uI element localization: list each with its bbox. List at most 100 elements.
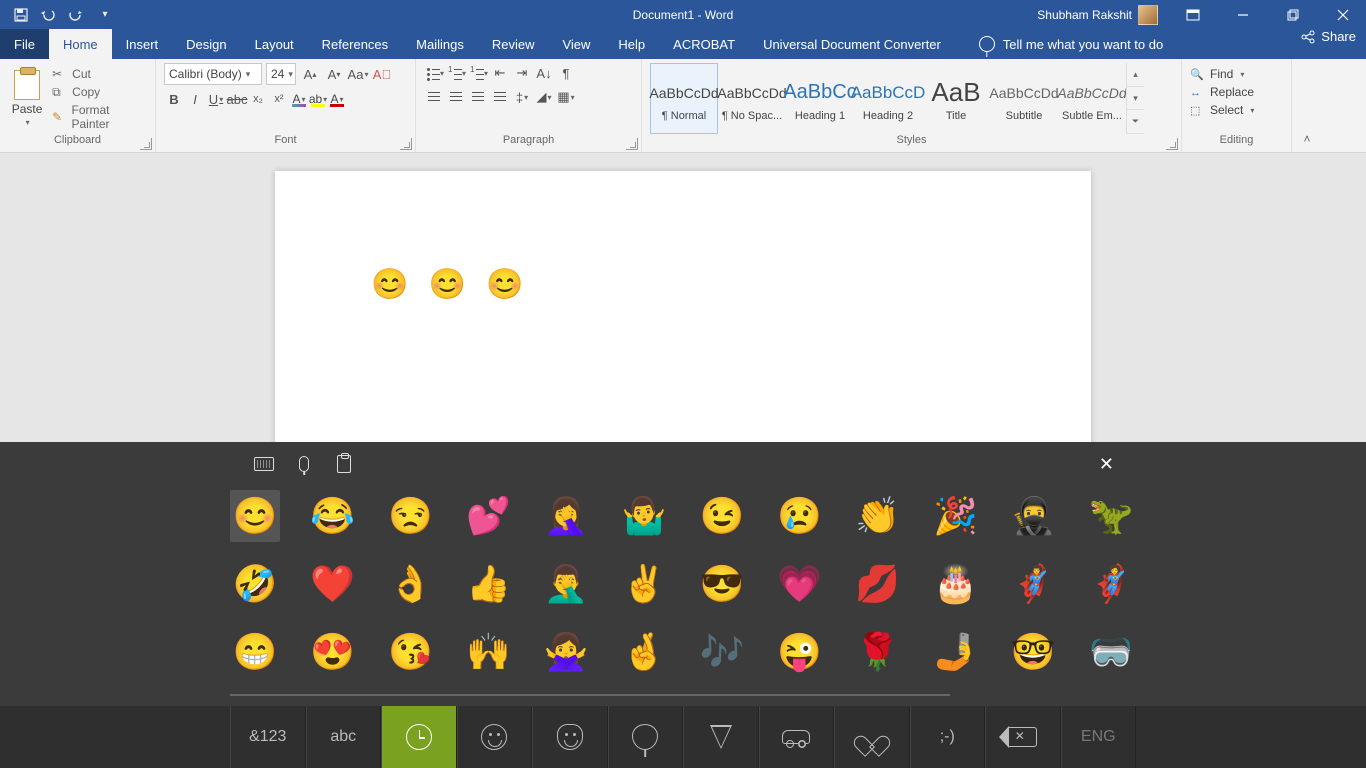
emoji-cell[interactable]: 🤞	[619, 626, 669, 678]
style-title[interactable]: AaBTitle	[922, 63, 990, 134]
maximize-button[interactable]	[1270, 0, 1316, 29]
numbering-button[interactable]: ▾	[446, 63, 466, 83]
category-transport[interactable]	[759, 706, 835, 768]
emoji-cell[interactable]: 🙅‍♀️	[541, 626, 591, 678]
emoji-cell[interactable]: 👍	[463, 558, 513, 610]
emoji-scrollbar[interactable]	[230, 694, 950, 696]
style-normal[interactable]: AaBbCcDd¶ Normal	[650, 63, 718, 134]
category-people[interactable]	[532, 706, 608, 768]
format-painter-button[interactable]: Format Painter	[52, 103, 147, 131]
emoji-cell[interactable]: 🤓	[1008, 626, 1058, 678]
tab-insert[interactable]: Insert	[112, 29, 173, 59]
collapse-ribbon-button[interactable]: ˄	[1292, 59, 1322, 152]
align-right-button[interactable]	[468, 87, 488, 107]
voice-button[interactable]	[284, 448, 324, 480]
font-dialog-launcher[interactable]	[400, 138, 412, 150]
bullets-button[interactable]: ▾	[424, 63, 444, 83]
sort-button[interactable]: A↓	[534, 63, 554, 83]
clear-formatting-button[interactable]: A⃠	[372, 64, 392, 84]
multilevel-button[interactable]: ▾	[468, 63, 488, 83]
copy-button[interactable]: Copy	[52, 85, 147, 99]
category-celebration[interactable]	[608, 706, 684, 768]
emoji-cell[interactable]: 😢	[775, 490, 825, 542]
minimize-button[interactable]	[1220, 0, 1266, 29]
emoji-cell[interactable]: 👌	[386, 558, 436, 610]
styles-dialog-launcher[interactable]	[1166, 138, 1178, 150]
font-size-combo[interactable]: 24▾	[266, 63, 296, 85]
emoji-cell[interactable]: 🦸‍♂️	[1008, 558, 1058, 610]
emoji-cell[interactable]: 😍	[308, 626, 358, 678]
grow-font-button[interactable]: A▴	[300, 64, 320, 84]
tab-design[interactable]: Design	[172, 29, 240, 59]
tab-acrobat[interactable]: ACROBAT	[659, 29, 749, 59]
increase-indent-button[interactable]: ⇥	[512, 63, 532, 83]
close-button[interactable]	[1320, 0, 1366, 29]
save-button[interactable]	[8, 3, 34, 27]
emoji-cell[interactable]: 🤳	[930, 626, 980, 678]
emoji-cell[interactable]: 😜	[775, 626, 825, 678]
emoji-cell[interactable]: 🥽	[1086, 626, 1136, 678]
emoji-cell[interactable]: 😘	[386, 626, 436, 678]
justify-button[interactable]	[490, 87, 510, 107]
bold-button[interactable]: B	[164, 89, 184, 109]
font-name-combo[interactable]: Calibri (Body)▾	[164, 63, 262, 85]
replace-button[interactable]: Replace	[1190, 85, 1283, 99]
tab-layout[interactable]: Layout	[241, 29, 308, 59]
category-abc[interactable]: abc	[306, 706, 382, 768]
emoji-cell[interactable]: 🤷‍♂️	[619, 490, 669, 542]
emoji-cell[interactable]: 🥷	[1008, 490, 1058, 542]
tab-review[interactable]: Review	[478, 29, 549, 59]
category-recent[interactable]	[381, 706, 457, 768]
clipboard-dialog-launcher[interactable]	[140, 138, 152, 150]
emoji-cell[interactable]: 🤦‍♀️	[541, 490, 591, 542]
emoji-cell[interactable]: ❤️	[308, 558, 358, 610]
styles-gallery-more[interactable]: ▴▾⏷	[1126, 63, 1144, 134]
emoji-cell[interactable]: 👏	[853, 490, 903, 542]
shading-button[interactable]: ◢▾	[534, 87, 554, 107]
tell-me-search[interactable]: Tell me what you want to do	[979, 29, 1163, 59]
tab-view[interactable]: View	[548, 29, 604, 59]
text-effects-button[interactable]: A▾	[290, 90, 308, 108]
font-color-button[interactable]: A▾	[328, 90, 346, 108]
clipboard-button[interactable]	[324, 448, 364, 480]
category-kaomoji[interactable]: ;-)	[910, 706, 986, 768]
panel-close-button[interactable]: ✕	[1099, 454, 1114, 475]
language-button[interactable]: ENG	[1061, 706, 1137, 768]
find-button[interactable]: Find▾	[1190, 67, 1283, 81]
emoji-cell[interactable]: 😊	[230, 490, 280, 542]
emoji-cell[interactable]: 😉	[697, 490, 747, 542]
style-subtitle[interactable]: AaBbCcDdSubtitle	[990, 63, 1058, 134]
emoji-cell[interactable]: 🎂	[930, 558, 980, 610]
emoji-cell[interactable]: 🦸	[1086, 558, 1136, 610]
emoji-cell[interactable]: 😂	[308, 490, 358, 542]
tab-help[interactable]: Help	[604, 29, 659, 59]
qat-customize[interactable]: ▾	[92, 3, 118, 27]
emoji-cell[interactable]: 🎶	[697, 626, 747, 678]
superscript-button[interactable]: x²	[269, 89, 289, 109]
style-heading2[interactable]: AaBbCcDHeading 2	[854, 63, 922, 134]
category-smileys[interactable]	[457, 706, 533, 768]
emoji-cell[interactable]: 🤣	[230, 558, 280, 610]
align-center-button[interactable]	[446, 87, 466, 107]
subscript-button[interactable]: x₂	[248, 89, 268, 109]
decrease-indent-button[interactable]: ⇤	[490, 63, 510, 83]
share-button[interactable]: Share	[1301, 29, 1356, 44]
select-button[interactable]: Select▾	[1190, 103, 1283, 117]
tab-references[interactable]: References	[308, 29, 402, 59]
style-subtle-emphasis[interactable]: AaBbCcDdSubtle Em...	[1058, 63, 1126, 134]
emoji-cell[interactable]: 😁	[230, 626, 280, 678]
category-hearts[interactable]	[834, 706, 910, 768]
underline-button[interactable]: U▾	[206, 89, 226, 109]
italic-button[interactable]: I	[185, 89, 205, 109]
emoji-cell[interactable]: 💕	[463, 490, 513, 542]
highlight-button[interactable]: ab▾	[309, 90, 327, 108]
style-no-spacing[interactable]: AaBbCcDd¶ No Spac...	[718, 63, 786, 134]
tab-home[interactable]: Home	[49, 29, 112, 59]
emoji-cell[interactable]: 🙌	[463, 626, 513, 678]
strikethrough-button[interactable]: abc	[227, 89, 247, 109]
emoji-cell[interactable]: ✌️	[619, 558, 669, 610]
tab-file[interactable]: File	[0, 29, 49, 59]
ribbon-display-options[interactable]	[1170, 0, 1216, 29]
emoji-cell[interactable]: 🎉	[930, 490, 980, 542]
show-marks-button[interactable]: ¶	[556, 63, 576, 83]
